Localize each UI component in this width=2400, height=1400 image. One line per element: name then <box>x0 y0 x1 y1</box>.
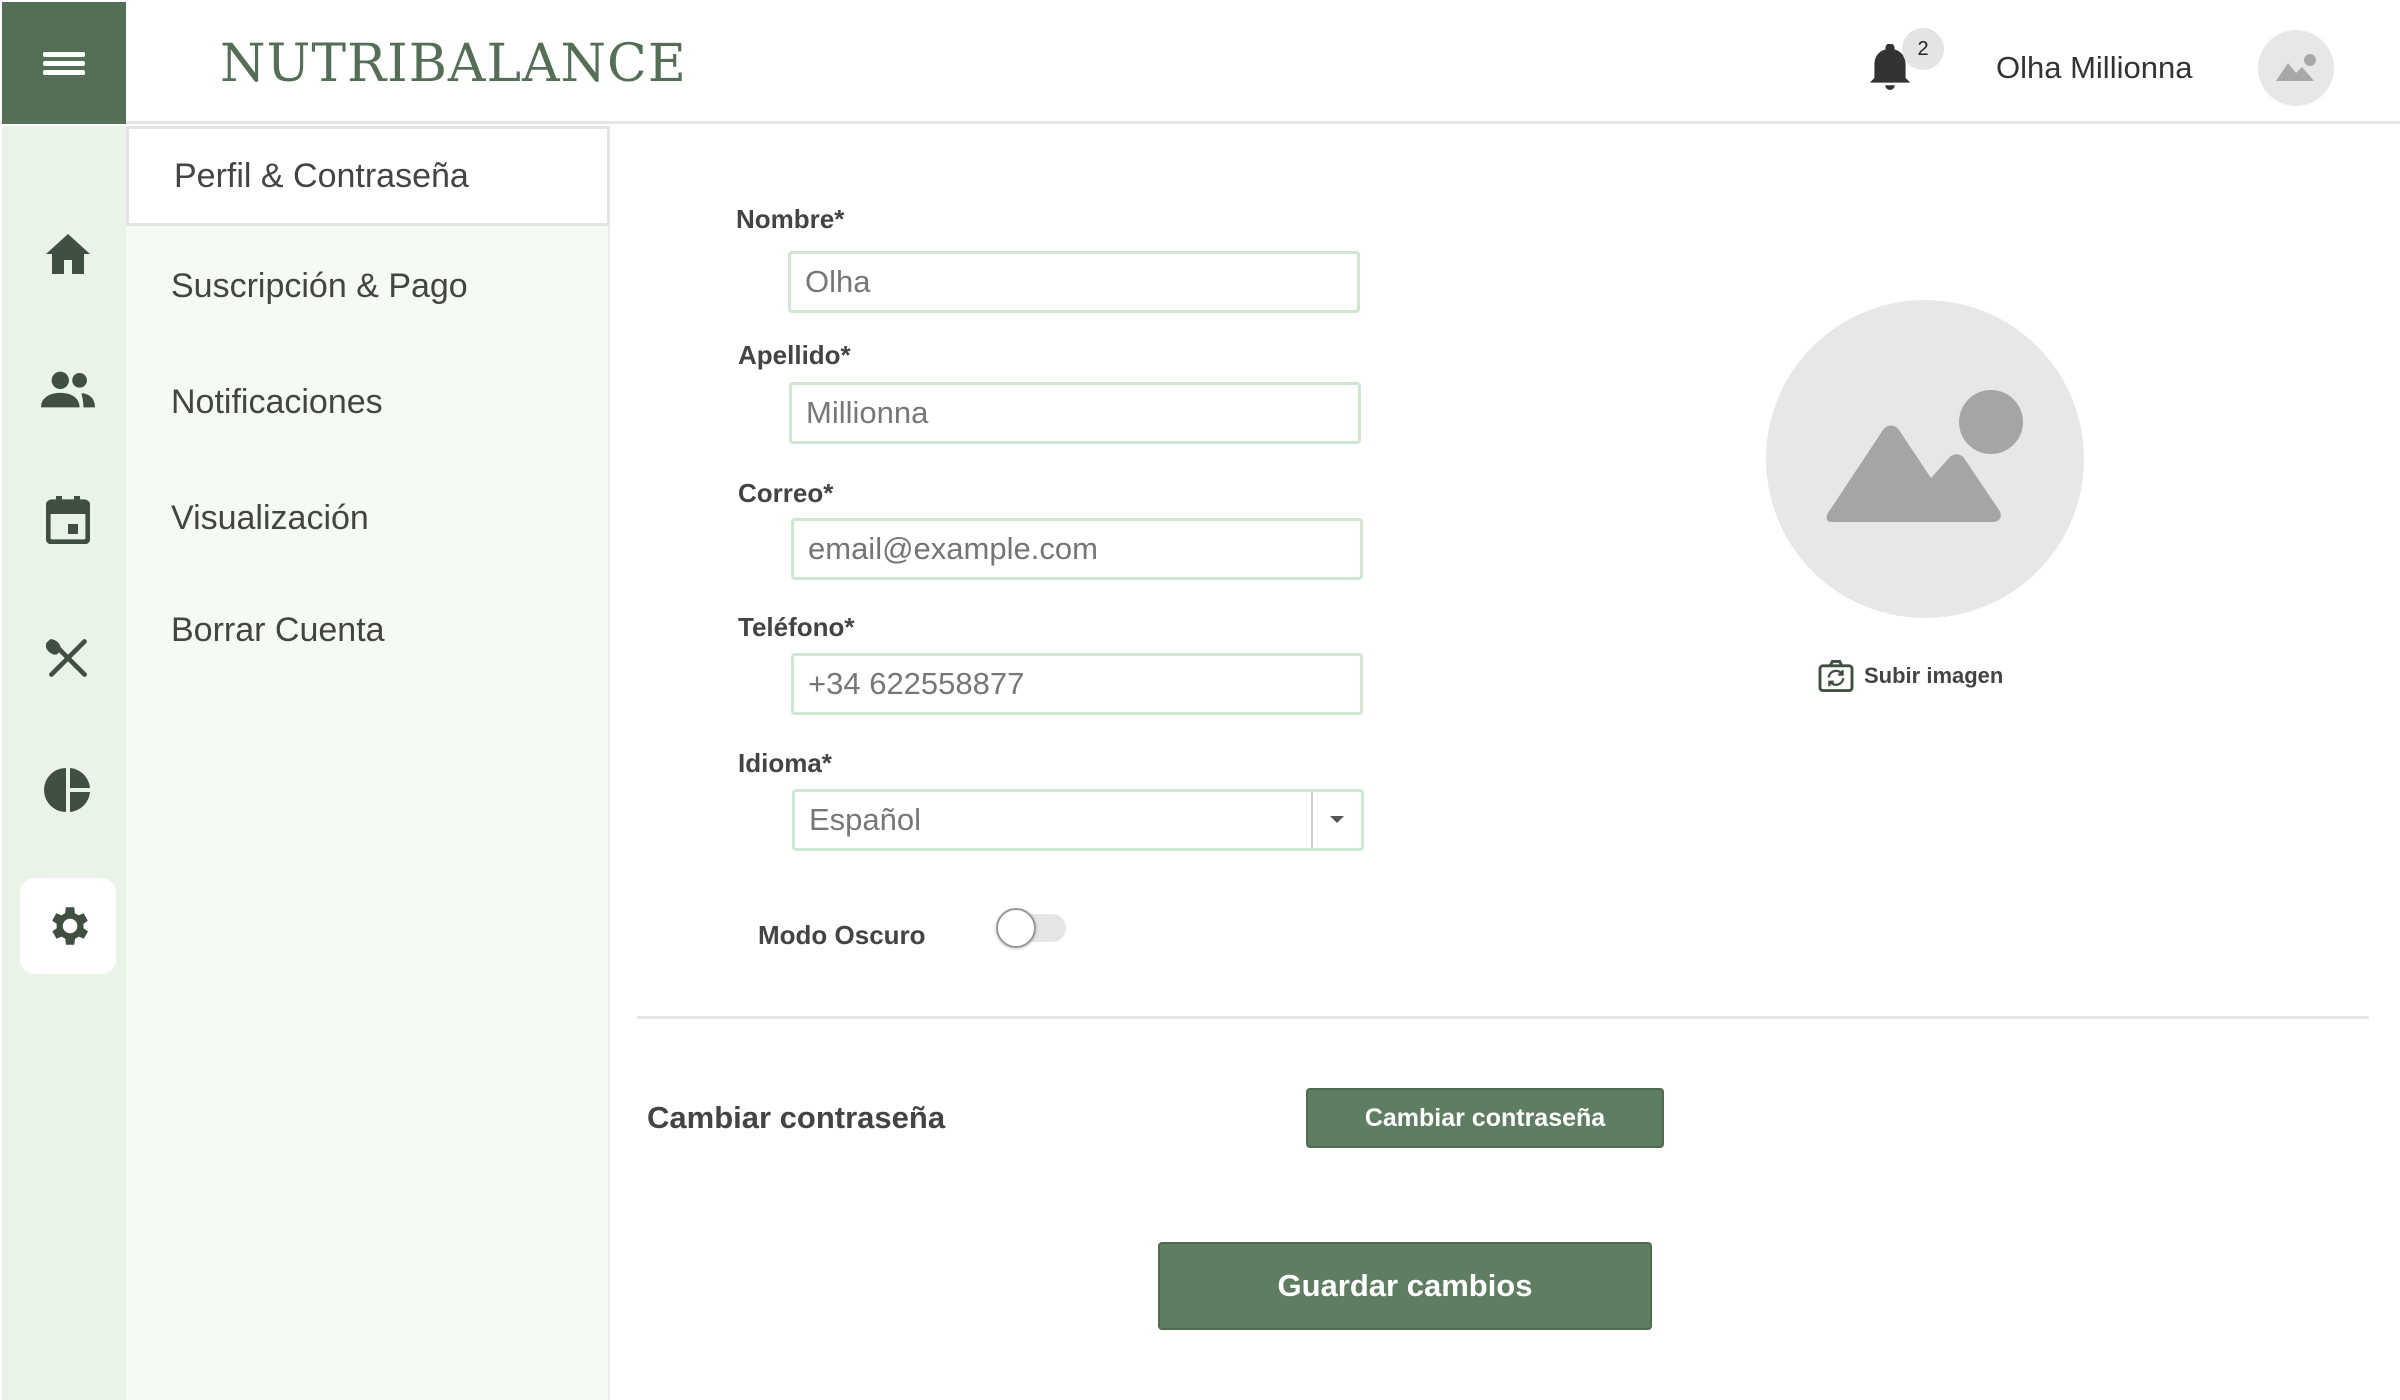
chevron-down-icon <box>1330 816 1344 823</box>
section-divider <box>637 1016 2369 1019</box>
menu-icon <box>43 48 85 79</box>
apellido-input[interactable] <box>806 395 1344 431</box>
submenu-item-subscription[interactable]: Suscripción & Pago <box>126 236 610 336</box>
apellido-field[interactable] <box>789 382 1361 444</box>
apellido-label: Apellido* <box>738 340 851 370</box>
dark-mode-toggle-knob[interactable] <box>996 908 1036 948</box>
app-logo: NUTRIBALANCE <box>220 34 687 94</box>
telefono-label: Teléfono* <box>738 612 855 642</box>
gear-icon <box>52 907 88 945</box>
image-placeholder-icon <box>1826 390 2023 522</box>
telefono-input[interactable] <box>808 666 1346 702</box>
nav-people[interactable] <box>20 342 116 438</box>
upload-image-button[interactable]: Subir imagen <box>1818 660 2003 692</box>
dark-mode-label: Modo Oscuro <box>758 920 926 950</box>
dropdown-toggle[interactable] <box>1311 792 1361 848</box>
upload-image-label: Subir imagen <box>1864 663 2004 688</box>
people-icon <box>41 371 95 408</box>
pie-chart-icon <box>44 768 90 812</box>
change-password-label: Cambiar contraseña <box>647 1100 946 1135</box>
submenu-item-display[interactable]: Visualización <box>126 468 610 568</box>
top-header: NUTRIBALANCE 2 Olha Millionna <box>0 0 2400 124</box>
save-changes-button[interactable]: Guardar cambios <box>1158 1242 1652 1330</box>
submenu-item-delete-account[interactable]: Borrar Cuenta <box>126 580 610 680</box>
nav-home[interactable] <box>20 206 116 302</box>
camera-rotate-icon <box>1818 660 1854 692</box>
submenu-item-notifications[interactable]: Notificaciones <box>126 352 610 452</box>
calendar-icon <box>46 496 90 544</box>
notification-badge: 2 <box>1902 28 1944 70</box>
nav-calendar[interactable] <box>20 472 116 568</box>
profile-image-placeholder <box>1766 300 2084 618</box>
nav-statistics[interactable] <box>20 742 116 838</box>
idioma-label: Idioma* <box>738 748 832 778</box>
submenu-item-profile[interactable]: Perfil & Contraseña <box>126 126 610 226</box>
utensils-icon <box>46 639 87 677</box>
nav-recipes[interactable] <box>20 610 116 706</box>
correo-field[interactable] <box>791 518 1363 580</box>
image-placeholder-icon <box>2276 54 2316 81</box>
user-name: Olha Millionna <box>1996 50 2193 85</box>
nav-settings[interactable] <box>20 878 116 974</box>
change-password-button[interactable]: Cambiar contraseña <box>1306 1088 1664 1148</box>
idioma-select[interactable]: Español <box>792 789 1364 851</box>
icon-sidebar <box>2 126 126 1400</box>
nombre-field[interactable] <box>788 251 1360 313</box>
hamburger-menu-button[interactable] <box>2 2 126 124</box>
correo-label: Correo* <box>738 478 834 508</box>
user-avatar[interactable] <box>2258 30 2334 106</box>
correo-input[interactable] <box>808 531 1346 567</box>
nombre-label: Nombre* <box>736 204 845 234</box>
telefono-field[interactable] <box>791 653 1363 715</box>
home-icon <box>46 234 90 274</box>
settings-submenu: Perfil & Contraseña Suscripción & Pago N… <box>126 126 610 1400</box>
nombre-input[interactable] <box>805 264 1343 300</box>
idioma-value: Español <box>809 802 922 837</box>
